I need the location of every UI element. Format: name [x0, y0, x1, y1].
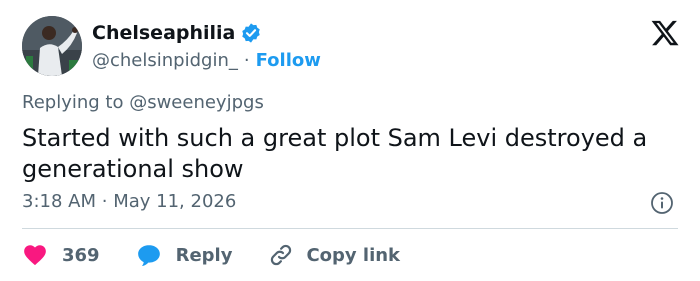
replying-to-handle[interactable]: @sweeneyjpgs — [129, 92, 264, 113]
name-row: Chelseaphilia — [92, 20, 262, 46]
heart-icon — [24, 245, 46, 266]
tweet-text: Started with such a great plot Sam Levi … — [22, 124, 648, 183]
avatar-photo — [22, 16, 82, 76]
link-icon — [271, 244, 292, 266]
replying-to: Replying to @sweeneyjpgs — [22, 92, 264, 113]
speech-bubble-icon — [137, 245, 160, 267]
tweet-timestamp[interactable]: 3:18 AM · May 11, 2026 — [22, 191, 236, 212]
tweet-date: May 11, 2026 — [113, 191, 237, 212]
verified-badge-icon — [240, 22, 262, 44]
timestamp-separator: · — [101, 191, 108, 212]
avatar[interactable] — [22, 16, 82, 76]
follow-button[interactable]: Follow — [256, 50, 321, 71]
display-name[interactable]: Chelseaphilia — [92, 22, 235, 44]
replying-prefix: Replying to — [22, 92, 130, 113]
like-count: 369 — [62, 244, 100, 266]
like-button[interactable]: 369 — [22, 242, 100, 268]
copy-link-label: Copy link — [306, 244, 401, 266]
user-handle[interactable]: @chelsinpidgin_ — [92, 50, 238, 71]
divider — [22, 228, 678, 229]
tweet-time: 3:18 AM — [22, 191, 96, 212]
x-logo-icon[interactable] — [650, 18, 680, 48]
reply-button[interactable]: Reply — [136, 242, 233, 268]
copy-link-button[interactable]: Copy link — [268, 242, 400, 268]
separator-dot: · — [243, 49, 250, 71]
action-bar: 369 Reply Copy link — [22, 240, 436, 270]
info-icon[interactable] — [650, 191, 674, 215]
handle-row: @chelsinpidgin_ · Follow — [92, 47, 321, 73]
tweet-card: Chelseaphilia @chelsinpidgin_ · Follow R… — [0, 0, 700, 281]
reply-label: Reply — [175, 244, 233, 266]
